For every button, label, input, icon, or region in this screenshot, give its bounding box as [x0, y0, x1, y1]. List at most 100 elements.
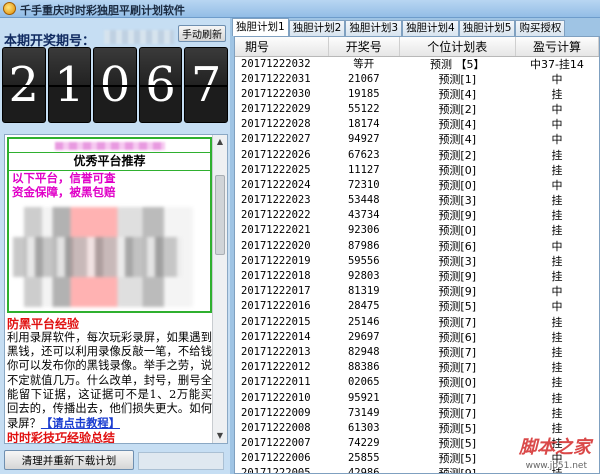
- plan-cell: 预测[7]: [438, 406, 477, 420]
- draw-digit: 0: [93, 47, 137, 123]
- table-row[interactable]: 20171222028 18174 预测[4] 中: [235, 117, 599, 132]
- issue-cell: 20171222029: [241, 102, 311, 115]
- profit-cell: 中: [551, 102, 563, 116]
- table-row[interactable]: 20171222019 59556 预测[3] 挂: [235, 254, 599, 269]
- plan-cell: 预测[0]: [438, 178, 477, 192]
- table-row[interactable]: 20171222015 25146 预测[7] 挂: [235, 315, 599, 330]
- draw-number-cell: 94927: [347, 133, 380, 146]
- draw-number-cell: 42986: [347, 467, 380, 474]
- plan-cell: 预测[0]: [438, 163, 477, 177]
- col-header-profit[interactable]: 盈亏计算: [515, 37, 599, 57]
- tab-buy-license[interactable]: 购买授权: [515, 20, 566, 36]
- tab-plan-1[interactable]: 独胆计划1: [232, 18, 289, 36]
- plan-cell: 预测[7]: [438, 361, 477, 375]
- plan-cell: 预测[2]: [438, 102, 477, 116]
- tab-plan-5[interactable]: 独胆计划5: [458, 20, 516, 36]
- ad-image-blurred[interactable]: [13, 207, 193, 307]
- section-title: 时时彩技巧经验总结: [7, 431, 116, 444]
- section-body: 利用录屏软件，每次玩彩录屏，如果遇到黑钱，还可以利用录像反敲一笔，不给钱你可以发…: [7, 331, 212, 431]
- issue-cell: 20171222007: [241, 437, 311, 450]
- plan-cell: 预测[4]: [438, 118, 477, 132]
- table-row[interactable]: 20171222029 55122 预测[2] 中: [235, 102, 599, 117]
- tab-plan-2[interactable]: 独胆计划2: [288, 20, 346, 36]
- table-row[interactable]: 20171222012 88386 预测[7] 挂: [235, 360, 599, 375]
- profit-cell: 挂: [551, 345, 563, 359]
- profit-cell: 挂: [551, 224, 563, 238]
- issue-cell: 20171222011: [241, 376, 311, 389]
- issue-cell: 20171222024: [241, 178, 311, 191]
- draw-number-cell: 74229: [347, 437, 380, 450]
- issue-cell: 20171222032: [241, 57, 311, 70]
- table-row[interactable]: 20171222032 等开 预测 【5】 中37-挂14: [235, 56, 599, 72]
- table-row[interactable]: 20171222024 72310 预测[0] 中: [235, 178, 599, 193]
- plan-cell: 预测[4]: [438, 133, 477, 147]
- table-row[interactable]: 20171222022 43734 预测[9] 挂: [235, 208, 599, 223]
- issue-cell: 20171222010: [241, 391, 311, 404]
- window-title: 千手重庆时时彩独胆平刷计划软件: [20, 4, 185, 17]
- draw-number-cell: 18174: [347, 118, 380, 131]
- profit-cell: 挂: [551, 315, 563, 329]
- profit-cell: 中: [551, 133, 563, 147]
- draw-number-cell: 95921: [347, 391, 380, 404]
- table-row[interactable]: 20171222030 19185 预测[4] 挂: [235, 87, 599, 102]
- scroll-thumb[interactable]: [215, 175, 225, 255]
- plan-cell: 预测[6]: [438, 239, 477, 253]
- table-row[interactable]: 20171222014 29697 预测[6] 挂: [235, 330, 599, 345]
- tab-plan-4[interactable]: 独胆计划4: [402, 20, 459, 36]
- tab-plan-3[interactable]: 独胆计划3: [345, 20, 403, 36]
- table-row[interactable]: 20171222023 53448 预测[3] 挂: [235, 193, 599, 208]
- table-row[interactable]: 20171222025 11127 预测[0] 挂: [235, 163, 599, 178]
- issue-cell: 20171222023: [241, 194, 311, 207]
- plan-cell: 预测[5]: [438, 300, 477, 314]
- issue-cell: 20171222006: [241, 452, 311, 465]
- draw-number-cell: 73149: [347, 406, 380, 419]
- table-row[interactable]: 20171222017 81319 预测[9] 中: [235, 284, 599, 299]
- plan-cell: 预测[9]: [438, 285, 477, 299]
- clear-and-redownload-button[interactable]: 清理并重新下载计划: [4, 450, 134, 470]
- draw-number-cell: 81319: [347, 285, 380, 298]
- draw-number-cell: 88386: [347, 361, 380, 374]
- ad-banner: [9, 139, 210, 153]
- plan-cell: 预测[9]: [438, 467, 477, 474]
- profit-cell: 中: [551, 285, 563, 299]
- tutorial-link[interactable]: 【请点击教程】: [41, 416, 120, 430]
- table-row[interactable]: 20171222010 95921 预测[7] 挂: [235, 390, 599, 405]
- watermark-url: www.jb51.net: [525, 461, 587, 471]
- profit-cell: 中: [551, 239, 563, 253]
- plan-cell: 预测[5]: [438, 437, 477, 451]
- table-row[interactable]: 20171222031 21067 预测[1] 中: [235, 72, 599, 87]
- plan-cell: 预测 【5】: [429, 57, 485, 71]
- plan-cell: 预测[9]: [438, 209, 477, 223]
- draw-digit: 2: [2, 47, 46, 123]
- section-title: 防黑平台经验: [7, 317, 80, 331]
- profit-cell: 挂: [551, 148, 563, 162]
- profit-cell: 挂: [551, 163, 563, 177]
- ad-scrollbar[interactable]: ▲ ▼: [212, 135, 227, 443]
- plan-cell: 预测[5]: [438, 421, 477, 435]
- profit-cell: 挂: [551, 194, 563, 208]
- draw-number-cell: 53448: [347, 194, 380, 207]
- col-header-issue[interactable]: 期号: [235, 37, 329, 57]
- profit-cell: 中: [551, 178, 563, 192]
- table-row[interactable]: 20171222016 28475 预测[5] 中: [235, 299, 599, 314]
- table-row[interactable]: 20171222021 92306 预测[0] 挂: [235, 223, 599, 238]
- watermark: 脚本之家: [519, 437, 591, 458]
- issue-cell: 20171222022: [241, 209, 311, 222]
- issue-cell: 20171222030: [241, 87, 311, 100]
- table-row[interactable]: 20171222018 92803 预测[9] 挂: [235, 269, 599, 284]
- scroll-up-arrow-icon[interactable]: ▲: [213, 135, 227, 149]
- manual-refresh-button[interactable]: 手动刷新: [178, 25, 226, 42]
- col-header-plan[interactable]: 个位计划表: [399, 37, 516, 57]
- profit-cell: 中: [551, 300, 563, 314]
- col-header-draw-number[interactable]: 开奖号: [328, 37, 400, 57]
- table-row[interactable]: 20171222026 67623 预测[2] 挂: [235, 147, 599, 162]
- table-row[interactable]: 20171222013 82948 预测[7] 挂: [235, 345, 599, 360]
- table-row[interactable]: 20171222027 94927 预测[4] 中: [235, 132, 599, 147]
- table-row[interactable]: 20171222020 87986 预测[6] 中: [235, 239, 599, 254]
- scroll-down-arrow-icon[interactable]: ▼: [213, 429, 227, 443]
- table-row[interactable]: 20171222011 02065 预测[0] 挂: [235, 375, 599, 390]
- profit-cell: 挂: [551, 406, 563, 420]
- issue-cell: 20171222015: [241, 315, 311, 328]
- issue-cell: 20171222026: [241, 148, 311, 161]
- table-row[interactable]: 20171222009 73149 预测[7] 挂: [235, 406, 599, 421]
